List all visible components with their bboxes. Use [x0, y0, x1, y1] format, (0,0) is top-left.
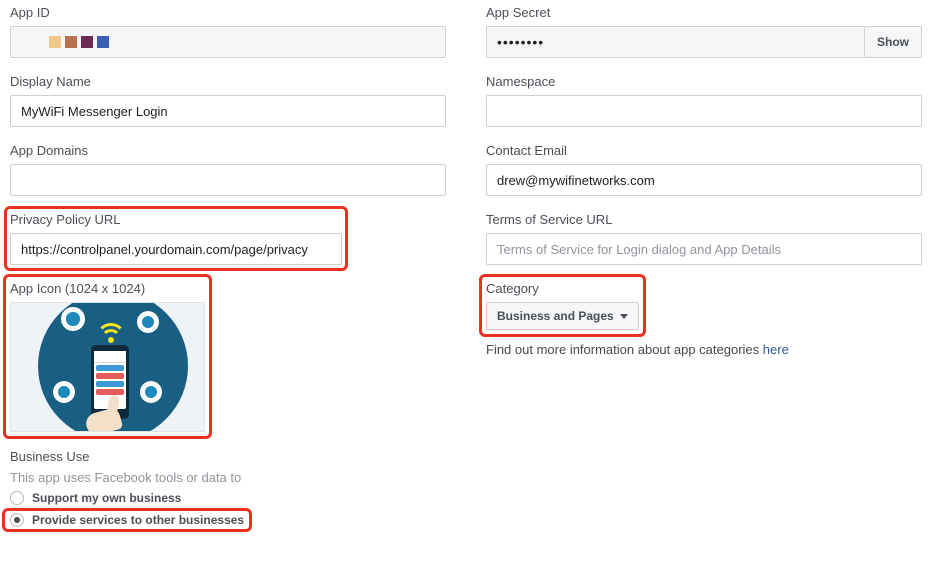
category-selected: Business and Pages	[497, 309, 614, 323]
business-use-label: Business Use	[10, 449, 446, 464]
person-icon	[140, 381, 162, 403]
radio-provide-services[interactable]: Provide services to other businesses	[10, 513, 244, 527]
app-id-label: App ID	[10, 5, 446, 20]
app-secret-field: ••••••••	[486, 26, 864, 58]
show-secret-button[interactable]: Show	[864, 26, 922, 58]
category-info-link[interactable]: here	[763, 342, 789, 357]
caret-down-icon	[620, 314, 628, 319]
app-id-redacted-icon	[21, 36, 109, 48]
wifi-icon	[96, 323, 126, 345]
category-dropdown[interactable]: Business and Pages	[486, 302, 639, 330]
tos-url-label: Terms of Service URL	[486, 212, 922, 227]
app-domains-label: App Domains	[10, 143, 446, 158]
tos-url-input[interactable]	[486, 233, 922, 265]
app-id-field	[10, 26, 446, 58]
business-use-subtext: This app uses Facebook tools or data to	[10, 470, 446, 485]
app-domains-input[interactable]	[10, 164, 446, 196]
category-label: Category	[486, 281, 639, 296]
privacy-url-input[interactable]	[10, 233, 342, 265]
display-name-label: Display Name	[10, 74, 446, 89]
radio-own-business[interactable]: Support my own business	[10, 491, 446, 505]
contact-email-input[interactable]	[486, 164, 922, 196]
app-icon-label: App Icon (1024 x 1024)	[10, 281, 205, 296]
namespace-label: Namespace	[486, 74, 922, 89]
privacy-url-label: Privacy Policy URL	[10, 212, 342, 227]
app-secret-label: App Secret	[486, 5, 922, 20]
radio-own-label: Support my own business	[32, 491, 181, 505]
person-icon	[53, 381, 75, 403]
namespace-input[interactable]	[486, 95, 922, 127]
radio-checked-icon	[10, 513, 24, 527]
person-icon	[137, 311, 159, 333]
radio-services-label: Provide services to other businesses	[32, 513, 244, 527]
hand-icon	[86, 401, 131, 432]
radio-icon	[10, 491, 24, 505]
category-info-text: Find out more information about app cate…	[486, 342, 922, 357]
person-icon	[61, 307, 85, 331]
display-name-input[interactable]	[10, 95, 446, 127]
app-icon-preview[interactable]	[10, 302, 205, 432]
contact-email-label: Contact Email	[486, 143, 922, 158]
